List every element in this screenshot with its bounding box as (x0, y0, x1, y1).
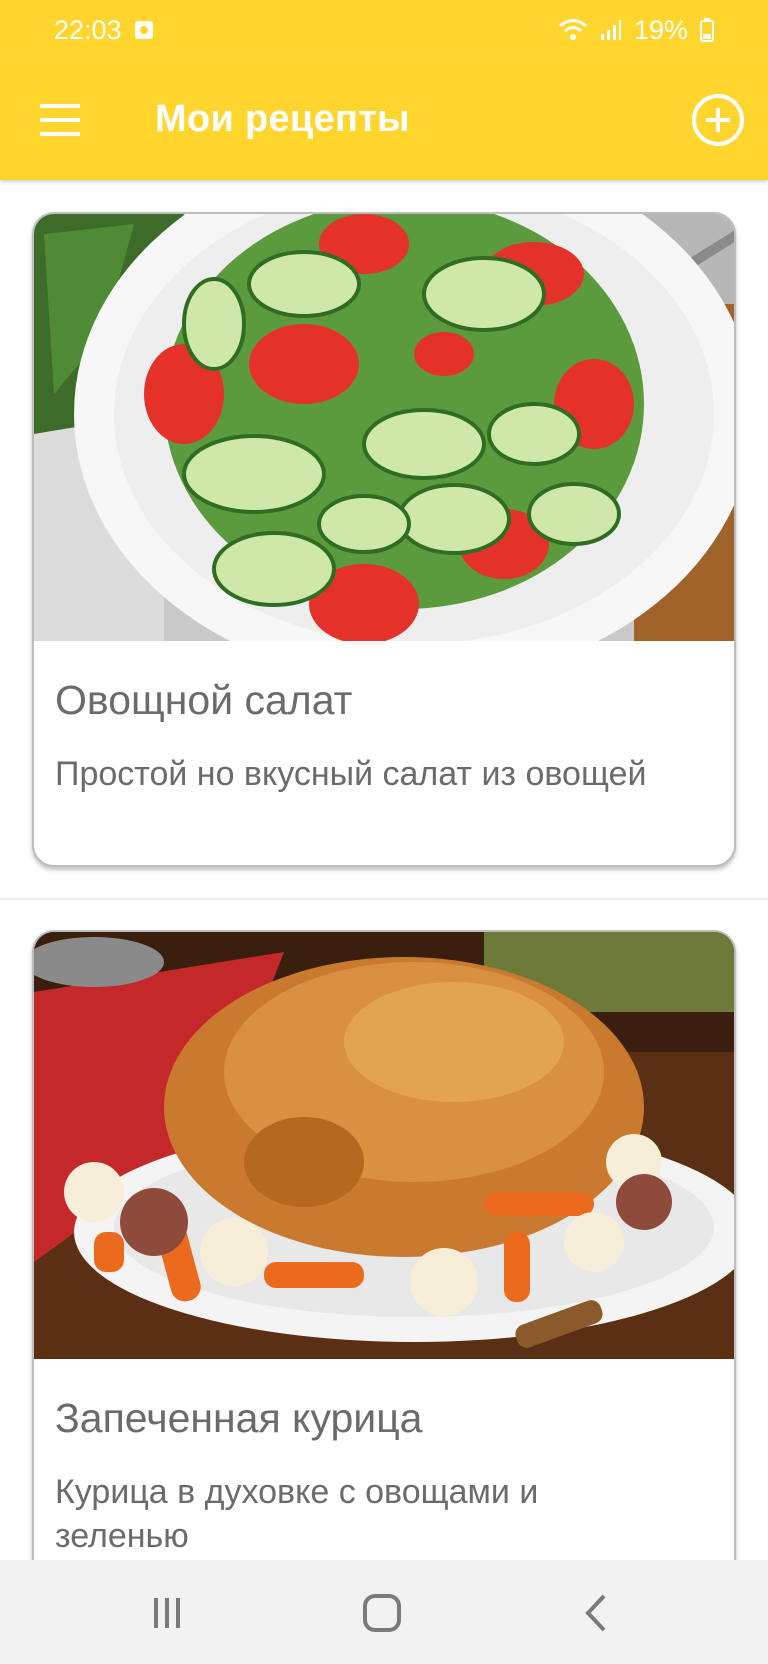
recipe-image-chicken (34, 932, 734, 1359)
recipe-description: Простой но вкусный салат из овощей (55, 755, 647, 793)
recipe-title: Запеченная курица (55, 1395, 423, 1441)
notification-icon (134, 21, 153, 39)
recipe-title: Овощной салат (55, 677, 353, 723)
menu-icon (40, 104, 80, 136)
wifi-icon (558, 19, 587, 40)
recipe-card[interactable]: Овощной салат Простой но вкусный салат и… (32, 212, 736, 867)
add-circle-icon (692, 94, 744, 146)
recipe-image-salad (34, 214, 734, 641)
list-divider (0, 898, 768, 900)
recipe-card[interactable]: Запеченная курица Курица в духовке с ово… (32, 930, 736, 1560)
add-recipe-button[interactable] (688, 90, 748, 150)
status-left: 22:03 (54, 15, 154, 46)
app-bar: Мои рецепты (0, 60, 768, 180)
signal-icon (600, 20, 621, 40)
status-right: 19% (558, 15, 714, 46)
home-button[interactable] (352, 1590, 412, 1636)
page-title: Мои рецепты (155, 98, 410, 140)
back-button[interactable] (567, 1590, 627, 1636)
recipe-description: Курица в духовке с овощами и зеленью (55, 1473, 539, 1555)
status-time: 22:03 (54, 14, 122, 45)
back-icon (585, 1594, 606, 1632)
menu-button[interactable] (30, 92, 90, 148)
status-bar: 22:03 19% (0, 0, 768, 60)
recipe-list[interactable]: Овощной салат Простой но вкусный салат и… (0, 180, 768, 1560)
recent-apps-button[interactable] (137, 1590, 197, 1636)
battery-icon (700, 18, 714, 42)
home-icon (363, 1594, 401, 1632)
recent-apps-icon (154, 1598, 180, 1628)
battery-percent: 19% (633, 14, 688, 45)
system-nav-bar (0, 1560, 768, 1664)
